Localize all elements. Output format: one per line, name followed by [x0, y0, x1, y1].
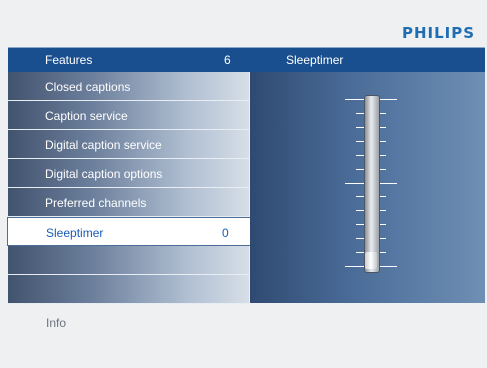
- menu-item-count: 6: [224, 53, 231, 67]
- menu-item-sleeptimer[interactable]: Sleeptimer 0: [7, 217, 256, 246]
- sleeptimer-slider[interactable]: [364, 95, 380, 273]
- info-label: Info: [46, 316, 67, 330]
- menu-item-empty: [8, 275, 249, 304]
- menu-header: Features 6 Sleeptimer: [8, 47, 485, 72]
- sleeptimer-panel: [250, 72, 485, 303]
- menu-item-caption-service[interactable]: Caption service: [8, 101, 249, 130]
- menu-item-preferred-channels[interactable]: Preferred channels: [8, 188, 249, 217]
- menu-item-label: Closed captions: [45, 80, 131, 94]
- menu-item-label: Caption service: [45, 109, 128, 123]
- menu-item-closed-captions[interactable]: Closed captions: [8, 72, 249, 101]
- menu-item-digital-caption-options[interactable]: Digital caption options: [8, 159, 249, 188]
- menu-item-value: 0: [222, 226, 229, 240]
- menu-item-label: Digital caption service: [45, 138, 162, 152]
- menu-item-label: Preferred channels: [45, 196, 147, 210]
- menu-title: Features: [45, 53, 93, 67]
- menu-item-digital-caption-service[interactable]: Digital caption service: [8, 130, 249, 159]
- menu-item-label: Sleeptimer: [46, 226, 104, 240]
- philips-logo: PHILIPS: [402, 24, 476, 42]
- menu-list: Closed captions Caption service Digital …: [7, 72, 256, 304]
- submenu-title: Sleeptimer: [286, 53, 344, 67]
- slider-thumb[interactable]: [365, 252, 377, 269]
- menu-item-empty: [8, 246, 249, 275]
- menu-item-label: Digital caption options: [45, 167, 163, 181]
